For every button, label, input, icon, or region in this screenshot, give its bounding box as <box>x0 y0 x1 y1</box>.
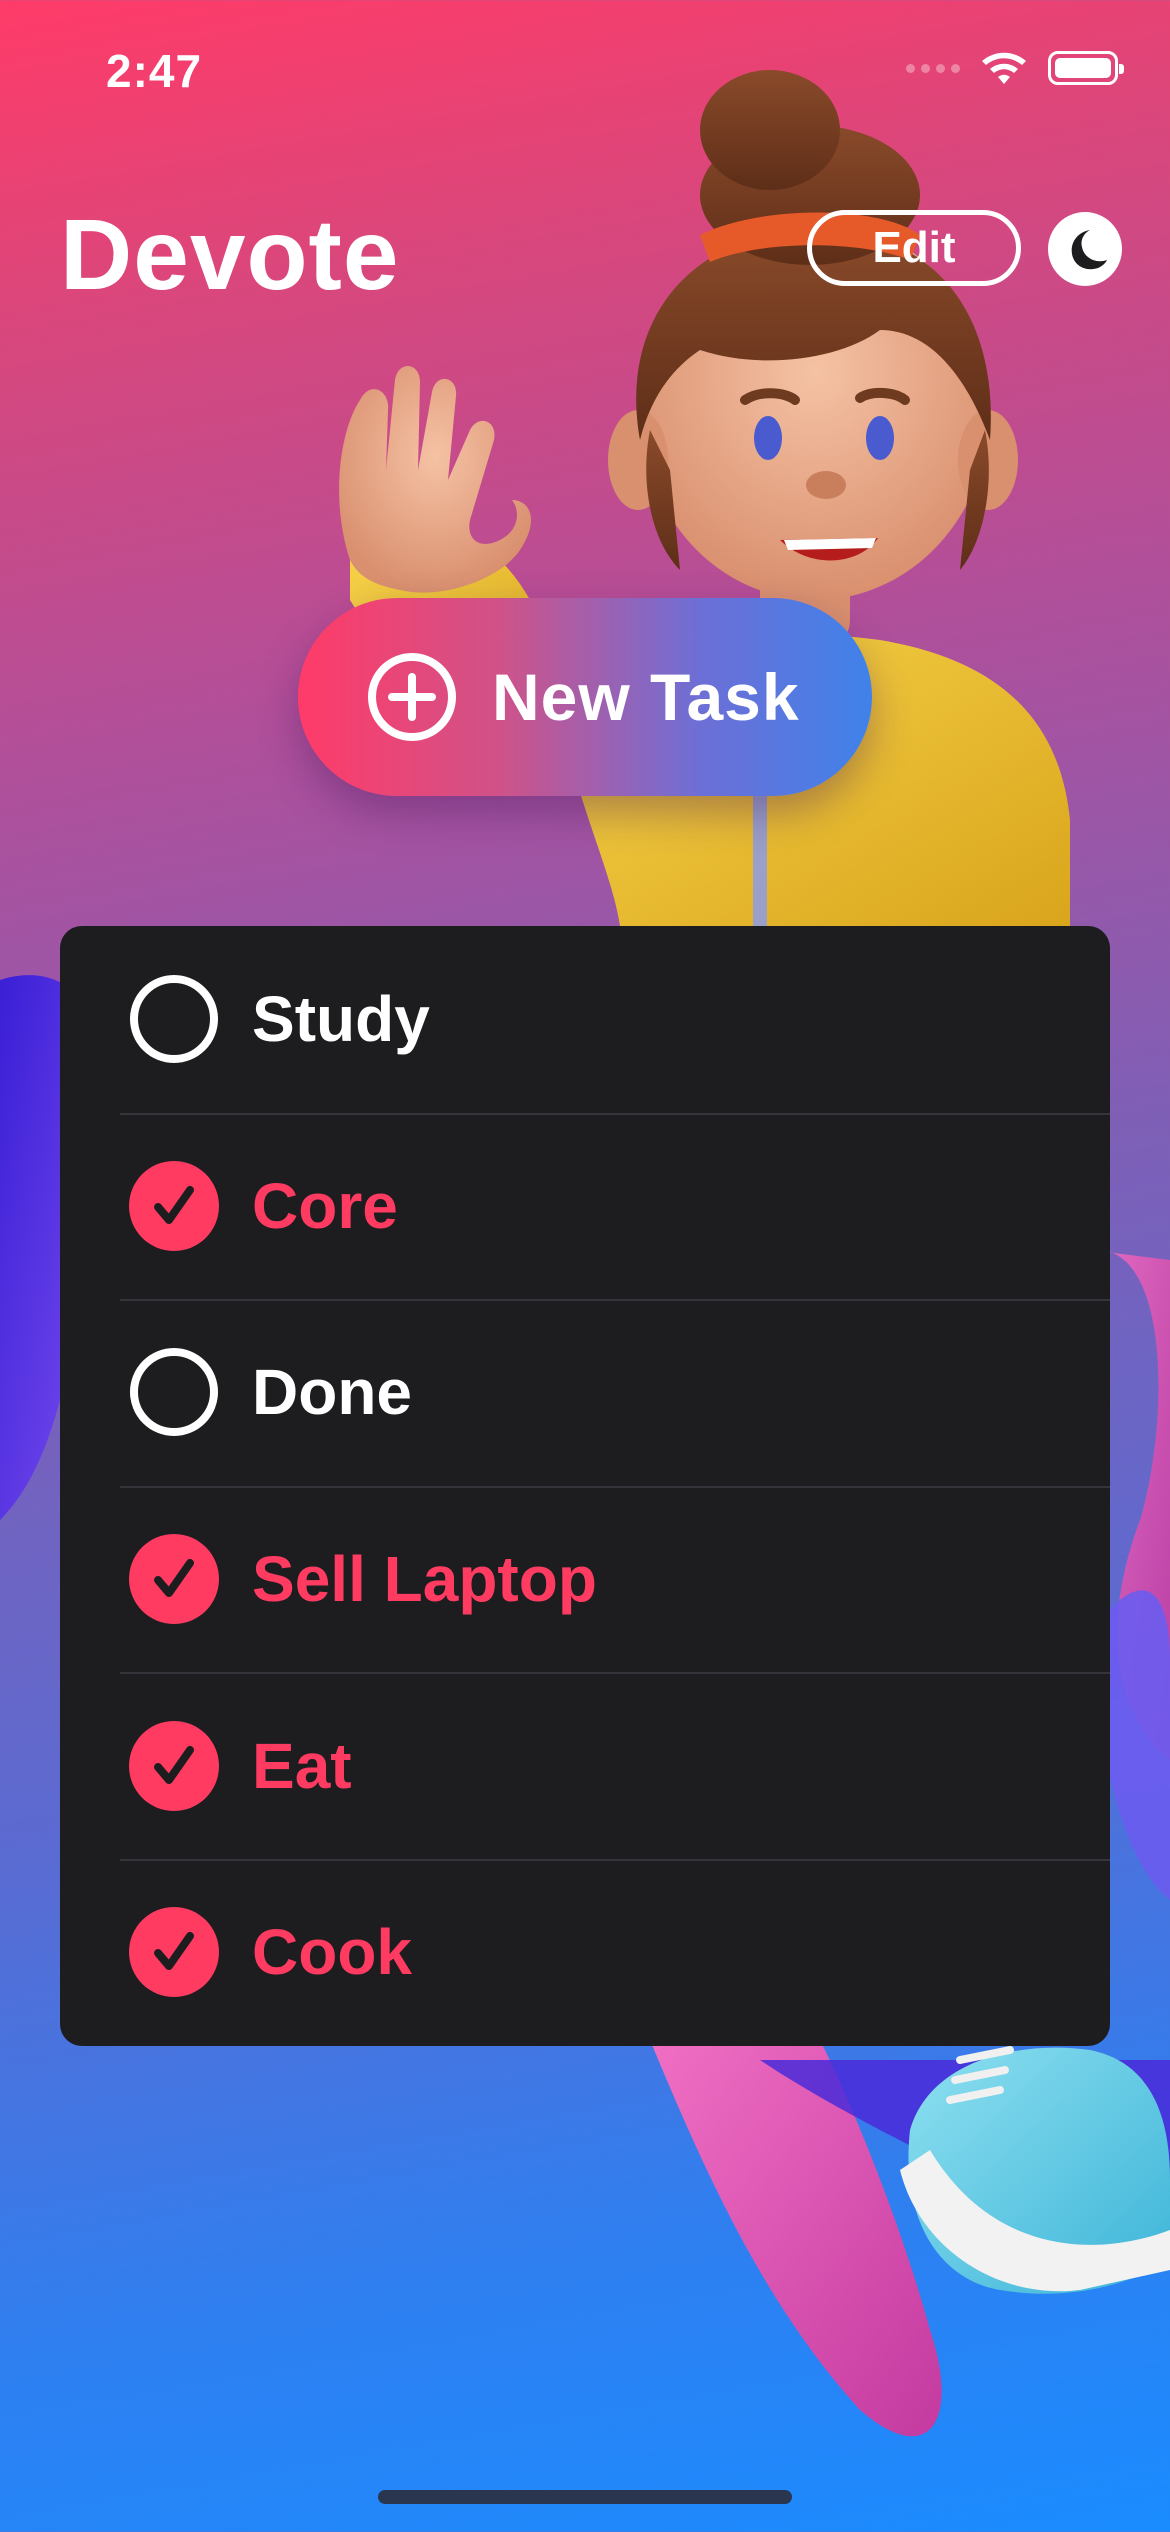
checkmark-circle-icon[interactable] <box>128 1160 220 1252</box>
task-label: Study <box>252 983 430 1056</box>
task-row[interactable]: Eat <box>60 1672 1110 1859</box>
task-label: Done <box>252 1356 412 1429</box>
header: Devote Edit <box>60 190 1122 311</box>
task-label: Core <box>252 1169 398 1242</box>
app-title: Devote <box>60 199 400 311</box>
theme-toggle-button[interactable] <box>1048 212 1122 286</box>
task-label: Eat <box>252 1729 352 1802</box>
checkmark-circle-icon[interactable] <box>128 1906 220 1998</box>
task-list: Study Core Done Sell Laptop Eat Cook <box>60 926 1110 2046</box>
wifi-icon <box>982 52 1026 84</box>
status-bar: 2:47 <box>0 0 1170 150</box>
new-task-label: New Task <box>492 660 800 734</box>
status-icons <box>906 50 1124 86</box>
unchecked-circle-icon[interactable] <box>128 1346 220 1438</box>
task-row[interactable]: Sell Laptop <box>60 1485 1110 1673</box>
task-label: Sell Laptop <box>252 1543 597 1616</box>
task-row[interactable]: Cook <box>60 1858 1110 2046</box>
cellular-signal-icon <box>906 63 960 73</box>
checkmark-circle-icon[interactable] <box>128 1533 220 1625</box>
battery-icon <box>1048 51 1124 85</box>
unchecked-circle-icon[interactable] <box>128 973 220 1065</box>
new-task-button[interactable]: New Task <box>298 598 872 796</box>
task-row[interactable]: Done <box>60 1299 1110 1486</box>
edit-button[interactable]: Edit <box>807 210 1021 286</box>
moon-icon <box>1071 230 1107 270</box>
status-time: 2:47 <box>106 45 203 97</box>
home-indicator[interactable] <box>378 2490 792 2504</box>
checkmark-circle-icon[interactable] <box>128 1720 220 1812</box>
task-row[interactable]: Core <box>60 1112 1110 1300</box>
task-label: Cook <box>252 1916 412 1989</box>
task-row[interactable]: Study <box>60 926 1110 1113</box>
plus-circle-icon <box>368 653 456 741</box>
